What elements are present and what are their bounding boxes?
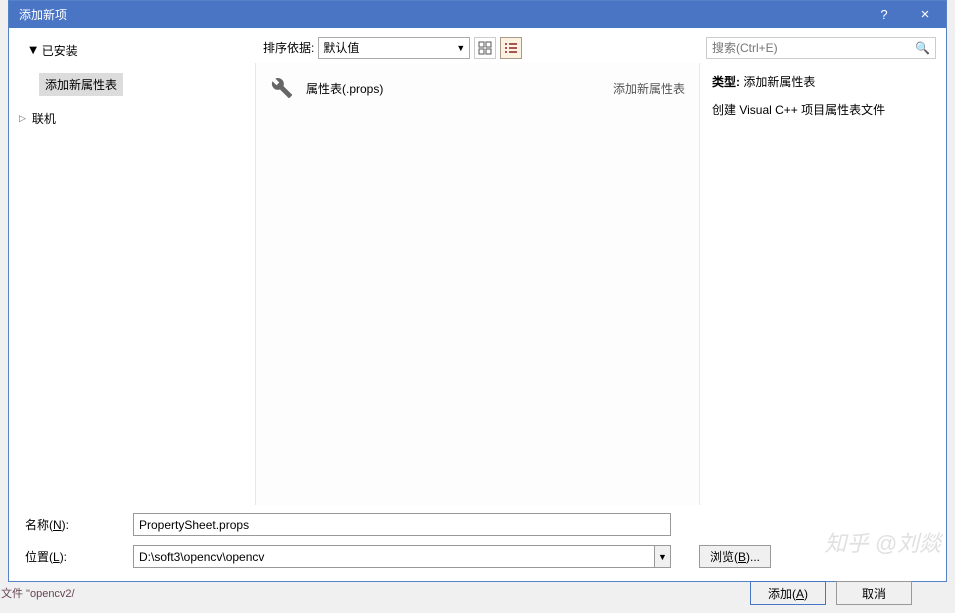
categories-tree: 添加新属性表 ▷ 联机 (9, 63, 255, 505)
titlebar: 添加新项 ? × (9, 1, 946, 28)
type-value: 添加新属性表 (743, 75, 815, 89)
location-field-row: 位置(L): ▼ 浏览(B)... (25, 545, 930, 568)
tree-section-online[interactable]: ▷ 联机 (19, 110, 255, 127)
chevron-down-icon: ▼ (456, 43, 465, 53)
close-button[interactable]: × (904, 6, 946, 23)
location-label: 位置(L): (25, 548, 125, 565)
description-row: 创建 Visual C++ 项目属性表文件 (712, 101, 934, 119)
view-tiles-button[interactable] (474, 37, 496, 59)
templates-list: 属性表(.props) 添加新属性表 (255, 63, 700, 505)
chevron-right-icon: ▷ (19, 113, 26, 124)
chevron-down-icon: ▶ (27, 47, 38, 55)
online-label: 联机 (32, 110, 56, 127)
sort-dropdown[interactable]: 默认值 ▼ (318, 37, 470, 59)
dialog-body: 添加新属性表 ▷ 联机 属性表(.props) 添加新属性表 类型: 添加新属性… (9, 63, 946, 505)
view-list-button[interactable] (500, 37, 522, 59)
wrench-icon (270, 76, 294, 100)
search-box[interactable]: 🔍 (706, 37, 936, 59)
tree-item-property-sheet[interactable]: 添加新属性表 (39, 73, 123, 96)
add-button[interactable]: 添加(A) (750, 581, 826, 605)
help-button[interactable]: ? (864, 7, 904, 22)
info-panel: 类型: 添加新属性表 创建 Visual C++ 项目属性表文件 (700, 63, 946, 505)
cancel-button[interactable]: 取消 (836, 581, 912, 605)
bottom-fields: 名称(N): 位置(L): ▼ 浏览(B)... 添加(A) 取消 (9, 505, 946, 613)
browse-button[interactable]: 浏览(B)... (699, 545, 771, 568)
location-combo[interactable]: ▼ (133, 545, 671, 568)
name-field-row: 名称(N): (25, 513, 930, 536)
sort-value: 默认值 (323, 39, 359, 56)
installed-section-header[interactable]: ▶ 已安装 (19, 36, 259, 59)
search-input[interactable] (712, 41, 911, 55)
search-icon: 🔍 (911, 41, 930, 55)
list-item-props[interactable]: 属性表(.props) 添加新属性表 (256, 69, 699, 107)
action-buttons: 添加(A) 取消 (25, 577, 930, 605)
sort-by-label: 排序依据: (263, 39, 314, 56)
chevron-down-icon[interactable]: ▼ (654, 546, 670, 567)
list-item-category: 添加新属性表 (613, 80, 685, 97)
type-row: 类型: 添加新属性表 (712, 73, 934, 91)
name-label: 名称(N): (25, 516, 125, 533)
type-label: 类型: (712, 75, 740, 89)
dialog-title: 添加新项 (19, 6, 864, 23)
list-item-label: 属性表(.props) (306, 80, 601, 97)
name-input[interactable] (133, 513, 671, 536)
installed-label: 已安装 (42, 42, 78, 59)
location-input[interactable] (134, 546, 654, 567)
add-new-item-dialog: 添加新项 ? × ▶ 已安装 排序依据: 默认值 ▼ 🔍 添加新属性表 (8, 0, 947, 582)
toolbar: ▶ 已安装 排序依据: 默认值 ▼ 🔍 (9, 28, 946, 63)
